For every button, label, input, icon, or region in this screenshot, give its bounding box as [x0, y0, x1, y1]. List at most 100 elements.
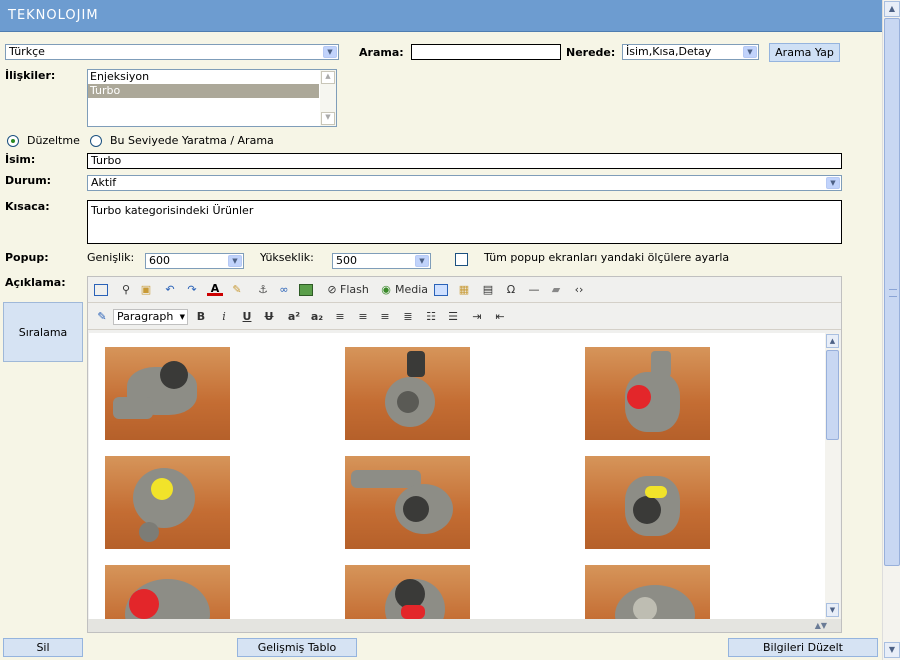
ordered-list-icon[interactable]: ☷ — [424, 309, 438, 325]
scroll-up-icon[interactable]: ▲ — [884, 1, 900, 17]
width-select-value: 600 — [149, 254, 170, 267]
update-button[interactable]: Bilgileri Düzelt — [728, 638, 878, 657]
flash-label[interactable]: Flash — [340, 282, 370, 298]
scroll-down-icon[interactable]: ▼ — [884, 642, 900, 658]
paste-icon[interactable]: ▣ — [138, 282, 154, 298]
italic-icon[interactable]: i — [217, 309, 231, 325]
chevron-down-icon[interactable]: ▼ — [743, 46, 757, 58]
chevron-down-icon[interactable]: ▼ — [180, 310, 185, 324]
turbo-image[interactable] — [345, 347, 470, 440]
scroll-down-icon[interactable]: ▼ — [826, 603, 839, 617]
width-label: Genişlik: — [87, 251, 135, 264]
flash-icon[interactable]: ⊘ — [324, 282, 340, 298]
undo-icon[interactable]: ↶ — [162, 282, 178, 298]
popup-label: Popup: — [5, 251, 49, 264]
editor-scrollbar[interactable]: ▲ ▼ — [825, 333, 840, 619]
create-radio-label: Bu Seviyede Yaratma / Arama — [110, 134, 274, 147]
format-select-value: Paragraph — [117, 310, 174, 323]
height-select[interactable]: 500 ▼ — [332, 253, 431, 269]
eraser-icon[interactable]: ▰ — [548, 282, 564, 298]
redo-icon[interactable]: ↷ — [184, 282, 200, 298]
site-logo: TEKNOLOJIM — [8, 8, 99, 23]
chevron-down-icon[interactable]: ▼ — [826, 177, 840, 189]
indent-icon[interactable]: ⇥ — [469, 309, 485, 325]
create-radio[interactable] — [90, 135, 102, 147]
list-item[interactable]: Turbo — [88, 84, 319, 98]
search-input[interactable] — [411, 44, 561, 60]
scroll-thumb[interactable] — [884, 18, 900, 566]
find-icon[interactable]: ⚲ — [118, 282, 134, 298]
sort-button[interactable]: Sıralama — [3, 302, 83, 362]
top-header: TEKNOLOJIM — [0, 0, 882, 32]
relations-listbox[interactable]: Enjeksiyon Turbo ▲ ▼ — [87, 69, 337, 127]
name-input[interactable]: Turbo — [87, 153, 842, 169]
height-label: Yükseklik: — [260, 251, 314, 264]
width-select[interactable]: 600 ▼ — [145, 253, 244, 269]
chevron-down-icon[interactable]: ▼ — [228, 255, 242, 267]
align-center-icon[interactable]: ≡ — [356, 309, 370, 325]
page-scrollbar[interactable]: ▲ ▼ — [882, 0, 900, 660]
editor-content[interactable] — [89, 333, 826, 619]
outdent-icon[interactable]: ⇤ — [492, 309, 508, 325]
name-label: İsim: — [5, 153, 36, 166]
template-icon[interactable]: ▤ — [480, 282, 496, 298]
underline-icon[interactable]: U — [240, 309, 254, 325]
format-select[interactable]: Paragraph ▼ — [113, 309, 188, 325]
bold-icon[interactable]: B — [194, 309, 208, 325]
list-item[interactable]: Enjeksiyon — [88, 70, 319, 84]
table-icon[interactable] — [434, 284, 448, 296]
table-edit-icon[interactable]: ▦ — [456, 282, 472, 298]
special-char-icon[interactable]: Ω — [504, 282, 518, 298]
scroll-thumb[interactable] — [826, 350, 839, 440]
link-icon[interactable]: ∞ — [276, 282, 292, 298]
new-document-icon[interactable] — [94, 284, 108, 296]
chevron-down-icon[interactable]: ▼ — [415, 255, 429, 267]
apply-all-checkbox[interactable] — [455, 253, 468, 266]
turbo-image[interactable] — [345, 456, 470, 549]
language-select-value: Türkçe — [9, 45, 45, 58]
media-label[interactable]: Media — [395, 282, 431, 298]
scroll-up-icon[interactable]: ▲ — [321, 71, 335, 84]
scroll-up-icon[interactable]: ▲ — [826, 334, 839, 348]
strikethrough-icon[interactable]: U — [262, 309, 276, 325]
height-select-value: 500 — [336, 254, 357, 267]
turbo-image[interactable] — [585, 565, 710, 619]
where-select[interactable]: İsim,Kısa,Detay ▼ — [622, 44, 759, 60]
short-textarea[interactable]: Turbo kategorisindeki Ürünler — [87, 200, 842, 244]
turbo-image[interactable] — [105, 347, 230, 440]
status-select[interactable]: Aktif ▼ — [87, 175, 842, 191]
highlight-icon[interactable]: ✎ — [229, 282, 245, 298]
editor-statusbar: ▲▼ — [88, 619, 841, 632]
search-button[interactable]: Arama Yap — [769, 43, 840, 62]
unordered-list-icon[interactable]: ☰ — [446, 309, 460, 325]
subscript-icon[interactable]: a₂ — [308, 309, 326, 325]
where-label: Nerede: — [566, 46, 616, 59]
style-icon[interactable]: ✎ — [94, 309, 110, 325]
turbo-image[interactable] — [105, 456, 230, 549]
status-select-value: Aktif — [91, 176, 117, 189]
image-icon[interactable] — [299, 284, 313, 296]
resize-icon[interactable]: ▲▼ — [815, 621, 827, 630]
superscript-icon[interactable]: a² — [285, 309, 303, 325]
advanced-table-button[interactable]: Gelişmiş Tablo — [237, 638, 357, 657]
font-color-icon[interactable]: A — [207, 282, 223, 296]
turbo-image[interactable] — [585, 456, 710, 549]
language-select[interactable]: Türkçe ▼ — [5, 44, 339, 60]
source-code-icon[interactable]: ‹› — [571, 282, 587, 298]
where-select-value: İsim,Kısa,Detay — [626, 45, 712, 58]
listbox-scrollbar[interactable]: ▲ ▼ — [320, 70, 336, 126]
turbo-image[interactable] — [345, 565, 470, 619]
horizontal-rule-icon[interactable]: — — [527, 282, 541, 298]
chevron-down-icon[interactable]: ▼ — [323, 46, 337, 58]
align-left-icon[interactable]: ≡ — [333, 309, 347, 325]
edit-radio[interactable] — [7, 135, 19, 147]
delete-button[interactable]: Sil — [3, 638, 83, 657]
turbo-image[interactable] — [585, 347, 710, 440]
align-right-icon[interactable]: ≡ — [378, 309, 392, 325]
rich-text-editor[interactable]: ⚲ ▣ ↶ ↷ A ✎ ⚓ ∞ ⊘ Flash ◉ Media ▦ ▤ Ω — … — [87, 276, 842, 633]
align-justify-icon[interactable]: ≣ — [401, 309, 415, 325]
media-icon[interactable]: ◉ — [379, 282, 393, 298]
anchor-icon[interactable]: ⚓ — [255, 282, 271, 298]
scroll-down-icon[interactable]: ▼ — [321, 112, 335, 125]
turbo-image[interactable] — [105, 565, 230, 619]
